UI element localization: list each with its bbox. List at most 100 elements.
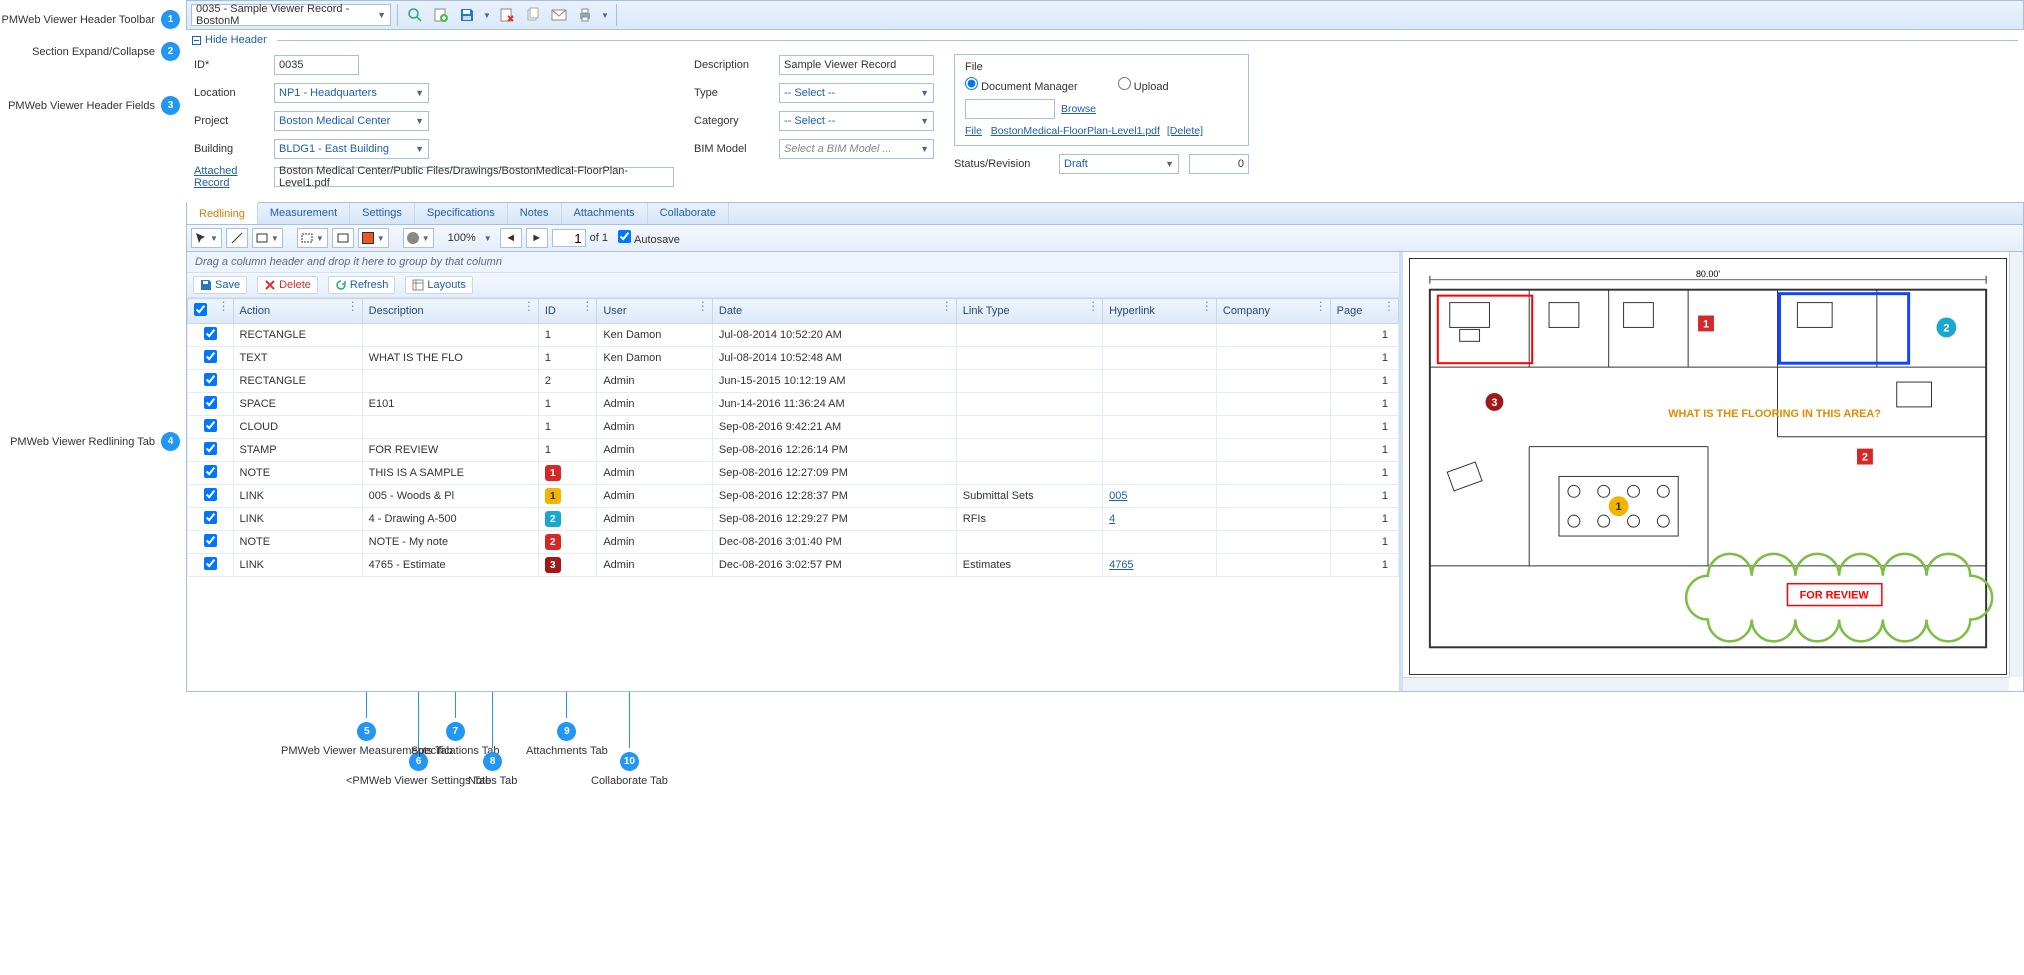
annotation-rectangle-2: [1780, 294, 1909, 364]
file-label-link[interactable]: File: [965, 125, 982, 137]
redlining-toolbar: ▼ ▼ ▼ ▼ ▼ 100%▼ ◄ ► of 1 Autosave: [186, 224, 2024, 252]
callout-badge-2: 2: [161, 42, 180, 61]
row-check[interactable]: [204, 442, 217, 455]
space-tool[interactable]: [332, 228, 354, 248]
type-select[interactable]: -- Select --▼: [779, 83, 934, 103]
grid-refresh-button[interactable]: Refresh: [328, 276, 396, 294]
location-select[interactable]: NP1 - Headquarters▼: [274, 83, 429, 103]
redline-grid: ⋮ Action⋮ Description⋮ ID⋮ User⋮ Date⋮ L…: [187, 298, 1399, 577]
save-icon[interactable]: [456, 4, 478, 26]
hyperlink[interactable]: 4765: [1109, 559, 1133, 571]
callout-label: PMWeb Viewer Header Fields: [8, 100, 155, 112]
table-row[interactable]: NOTE THIS IS A SAMPLE 1 Admin Sep-08-201…: [188, 462, 1399, 485]
row-check[interactable]: [204, 488, 217, 501]
row-check[interactable]: [204, 373, 217, 386]
callout-label: Section Expand/Collapse: [32, 46, 155, 58]
line-tool[interactable]: [226, 228, 248, 248]
table-row[interactable]: CLOUD 1 Admin Sep-08-2016 9:42:21 AM 1: [188, 416, 1399, 439]
table-row[interactable]: STAMP FOR REVIEW 1 Admin Sep-08-2016 12:…: [188, 439, 1399, 462]
add-icon[interactable]: [430, 4, 452, 26]
grid-delete-button[interactable]: Delete: [257, 276, 318, 294]
description-field[interactable]: Sample Viewer Record: [779, 55, 934, 75]
horizontal-scrollbar[interactable]: [1403, 677, 2009, 691]
table-row[interactable]: LINK 4 - Drawing A-500 2 Admin Sep-08-20…: [188, 508, 1399, 531]
tab-settings[interactable]: Settings: [350, 203, 415, 224]
row-check[interactable]: [204, 350, 217, 363]
autosave-check[interactable]: Autosave: [612, 230, 680, 246]
group-by-bar[interactable]: Drag a column header and drop it here to…: [187, 252, 1399, 273]
grid-layouts-button[interactable]: Layouts: [405, 276, 473, 294]
rect-tool[interactable]: ▼: [252, 228, 283, 248]
row-check[interactable]: [204, 511, 217, 524]
row-check[interactable]: [204, 534, 217, 547]
print-icon[interactable]: [574, 4, 596, 26]
record-selector[interactable]: 0035 - Sample Viewer Record - BostonM ▼: [191, 4, 391, 26]
vertical-scrollbar[interactable]: [2009, 252, 2023, 677]
project-select[interactable]: Boston Medical Center▼: [274, 111, 429, 131]
hide-header-toggle[interactable]: Hide Header: [186, 30, 2024, 50]
zoom-label: 100%: [448, 232, 476, 244]
callout-label: PMWeb Viewer Header Toolbar: [2, 14, 155, 26]
mail-icon[interactable]: [548, 4, 570, 26]
callout-badge-4: 4: [161, 432, 180, 451]
tab-attachments[interactable]: Attachments: [562, 203, 648, 224]
table-row[interactable]: RECTANGLE 2 Admin Jun-15-2015 10:12:19 A…: [188, 370, 1399, 393]
row-check[interactable]: [204, 557, 217, 570]
prev-page[interactable]: ◄: [500, 228, 522, 248]
revision-field[interactable]: 0: [1189, 154, 1249, 174]
save-dropdown-icon[interactable]: ▼: [482, 4, 492, 26]
dimension-label: 80.00': [1696, 269, 1720, 279]
header-toolbar: 0035 - Sample Viewer Record - BostonM ▼ …: [186, 0, 2024, 30]
file-delete-link[interactable]: [Delete]: [1167, 125, 1203, 137]
building-select[interactable]: BLDG1 - East Building▼: [274, 139, 429, 159]
tab-collaborate[interactable]: Collaborate: [648, 203, 729, 224]
row-check[interactable]: [204, 327, 217, 340]
pointer-tool[interactable]: ▼: [191, 228, 222, 248]
docmgr-radio[interactable]: Document Manager: [965, 77, 1078, 93]
next-page[interactable]: ►: [526, 228, 548, 248]
category-select[interactable]: -- Select --▼: [779, 111, 934, 131]
attached-record-link[interactable]: Attached Record: [194, 165, 264, 189]
chevron-down-icon: ▼: [377, 10, 386, 20]
file-name-link[interactable]: BostonMedical-FloorPlan-Level1.pdf: [991, 125, 1160, 137]
delete-icon[interactable]: [496, 4, 518, 26]
table-row[interactable]: LINK 4765 - Estimate 3 Admin Dec-08-2016…: [188, 554, 1399, 577]
row-check[interactable]: [204, 465, 217, 478]
table-row[interactable]: RECTANGLE 1 Ken Damon Jul-08-2014 10:52:…: [188, 324, 1399, 347]
page-input[interactable]: [552, 229, 586, 247]
svg-text:2: 2: [1862, 452, 1868, 464]
collapse-icon: [192, 36, 201, 45]
annotation-text: WHAT IS THE FLOORING IN THIS AREA?: [1668, 408, 1881, 420]
row-check[interactable]: [204, 419, 217, 432]
svg-text:2: 2: [1943, 322, 1949, 334]
table-row[interactable]: TEXT WHAT IS THE FLO 1 Ken Damon Jul-08-…: [188, 347, 1399, 370]
print-dropdown-icon[interactable]: ▼: [600, 4, 610, 26]
upload-radio[interactable]: Upload: [1118, 77, 1169, 93]
table-row[interactable]: NOTE NOTE - My note 2 Admin Dec-08-2016 …: [188, 531, 1399, 554]
color-picker[interactable]: ▼: [358, 228, 389, 248]
search-icon[interactable]: [404, 4, 426, 26]
hyperlink[interactable]: 4: [1109, 513, 1115, 525]
bim-select[interactable]: Select a BIM Model ...▼: [779, 139, 934, 159]
grid-save-button[interactable]: Save: [193, 276, 247, 294]
svg-text:FOR REVIEW: FOR REVIEW: [1800, 590, 1870, 602]
tab-specifications[interactable]: Specifications: [415, 203, 508, 224]
browse-link[interactable]: Browse: [1061, 103, 1096, 115]
id-field[interactable]: 0035: [274, 55, 359, 75]
attached-path-field[interactable]: Boston Medical Center/Public Files/Drawi…: [274, 167, 674, 187]
tab-measurement[interactable]: Measurement: [258, 203, 350, 224]
floorplan-viewer[interactable]: 80.00': [1403, 252, 2023, 691]
file-path-input[interactable]: [965, 99, 1055, 119]
tab-redlining[interactable]: Redlining: [187, 202, 258, 224]
select-all-check[interactable]: [194, 303, 207, 316]
cloud-tool[interactable]: ▼: [297, 228, 328, 248]
table-row[interactable]: LINK 005 - Woods & Pl 1 Admin Sep-08-201…: [188, 485, 1399, 508]
hyperlink[interactable]: 005: [1109, 490, 1127, 502]
callout-badge-1: 1: [161, 10, 180, 29]
copy-icon[interactable]: [522, 4, 544, 26]
table-row[interactable]: SPACE E101 1 Admin Jun-14-2016 11:36:24 …: [188, 393, 1399, 416]
status-select[interactable]: Draft▼: [1059, 154, 1179, 174]
tab-notes[interactable]: Notes: [508, 203, 562, 224]
row-check[interactable]: [204, 396, 217, 409]
shape-picker[interactable]: ▼: [403, 228, 434, 248]
